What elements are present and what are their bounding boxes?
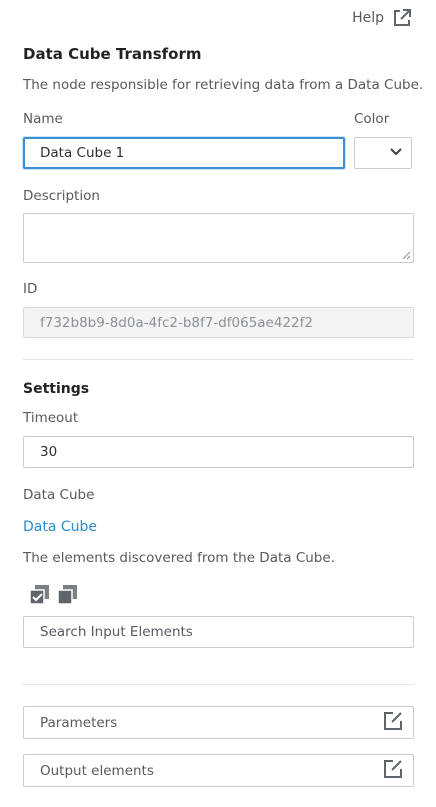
external-link-icon — [392, 8, 412, 28]
search-placeholder: Search Input Elements — [40, 624, 193, 640]
edit-icon — [383, 711, 403, 735]
node-description: The node responsible for retrieving data… — [23, 77, 424, 93]
settings-heading: Settings — [23, 381, 90, 397]
parameters-label: Parameters — [40, 714, 118, 731]
timeout-value: 30 — [40, 444, 58, 460]
color-label: Color — [354, 111, 390, 127]
output-elements-button[interactable]: Output elements — [23, 754, 414, 787]
resize-grip-icon[interactable] — [402, 251, 411, 260]
color-select[interactable] — [354, 137, 412, 169]
select-all-icon[interactable] — [29, 584, 51, 610]
node-title: Data Cube Transform — [23, 45, 202, 63]
output-elements-label: Output elements — [40, 762, 154, 779]
name-input-value: Data Cube 1 — [40, 145, 125, 161]
parameters-button[interactable]: Parameters — [23, 706, 414, 739]
chevron-down-icon — [389, 145, 403, 161]
name-label: Name — [23, 111, 63, 127]
id-value: f732b8b9-8d0a-4fc2-b8f7-df065ae422f2 — [40, 314, 313, 331]
description-label: Description — [23, 188, 100, 204]
data-cube-label: Data Cube — [23, 487, 95, 503]
divider — [23, 359, 414, 360]
description-textarea[interactable] — [23, 213, 414, 263]
name-input[interactable]: Data Cube 1 — [23, 137, 345, 169]
divider — [23, 684, 414, 685]
id-field: f732b8b9-8d0a-4fc2-b8f7-df065ae422f2 — [23, 307, 414, 338]
help-label: Help — [352, 10, 384, 26]
deselect-all-icon[interactable] — [57, 584, 79, 610]
edit-icon — [383, 759, 403, 783]
search-input-elements[interactable]: Search Input Elements — [23, 616, 414, 648]
id-label: ID — [23, 281, 38, 297]
elements-hint: The elements discovered from the Data Cu… — [23, 550, 335, 566]
data-cube-link[interactable]: Data Cube — [23, 519, 97, 535]
help-link[interactable]: Help — [352, 8, 412, 28]
timeout-input[interactable]: 30 — [23, 436, 414, 468]
timeout-label: Timeout — [23, 410, 79, 426]
